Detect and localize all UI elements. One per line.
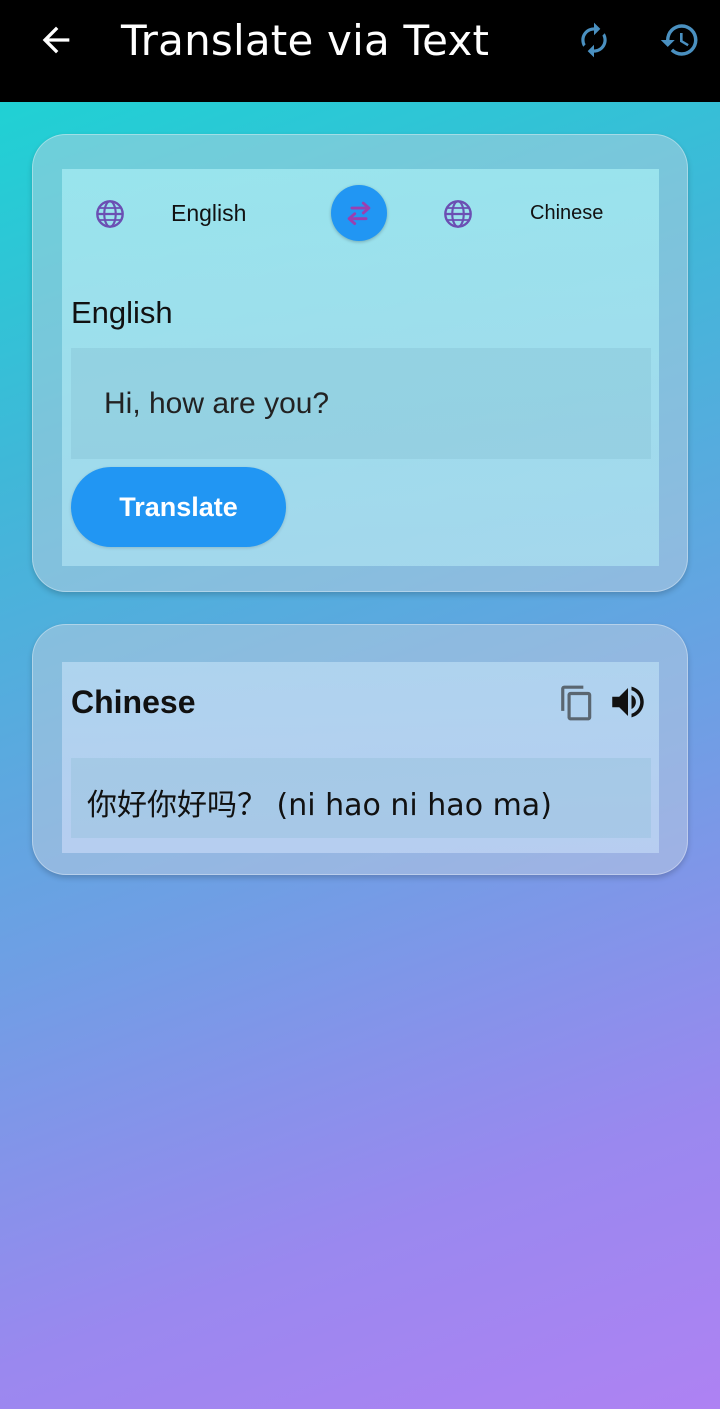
- input-language-heading: English: [71, 295, 173, 330]
- speaker-icon: [612, 686, 644, 718]
- swap-arrows-icon: [347, 201, 371, 226]
- copy-button[interactable]: [558, 682, 596, 724]
- globe-icon: [96, 200, 124, 228]
- back-button[interactable]: [32, 16, 80, 64]
- copy-icon: [561, 685, 592, 721]
- source-language-label[interactable]: English: [171, 200, 246, 227]
- translated-text-box: 你好你好吗？ (ni hao ni hao ma): [71, 758, 651, 838]
- arrow-back-icon: [42, 26, 70, 54]
- speak-button[interactable]: [606, 680, 650, 724]
- output-panel: Chinese 你好你好吗？ (ni hao ni hao ma): [62, 662, 659, 853]
- refresh-icon: [581, 22, 607, 58]
- output-card: Chinese 你好你好吗？ (ni hao ni hao ma): [32, 624, 688, 875]
- globe-icon: [444, 200, 472, 228]
- history-button[interactable]: [656, 16, 704, 64]
- source-language-globe[interactable]: [93, 197, 127, 231]
- target-language-globe[interactable]: [441, 197, 475, 231]
- swap-languages-button[interactable]: [331, 185, 387, 241]
- input-panel: English Chinese English Translate: [62, 169, 659, 566]
- page-title: Translate via Text: [121, 16, 490, 65]
- language-selector-row: English Chinese: [62, 169, 659, 259]
- refresh-button[interactable]: [572, 18, 616, 62]
- input-card: English Chinese English Translate: [32, 134, 688, 592]
- app-header: Translate via Text: [0, 0, 720, 102]
- translate-button[interactable]: Translate: [71, 467, 286, 547]
- output-language-heading: Chinese: [71, 684, 196, 720]
- target-language-label[interactable]: Chinese: [530, 202, 603, 225]
- source-text-input[interactable]: [71, 348, 651, 459]
- history-icon: [660, 24, 698, 56]
- translated-text: 你好你好吗？ (ni hao ni hao ma): [87, 788, 552, 823]
